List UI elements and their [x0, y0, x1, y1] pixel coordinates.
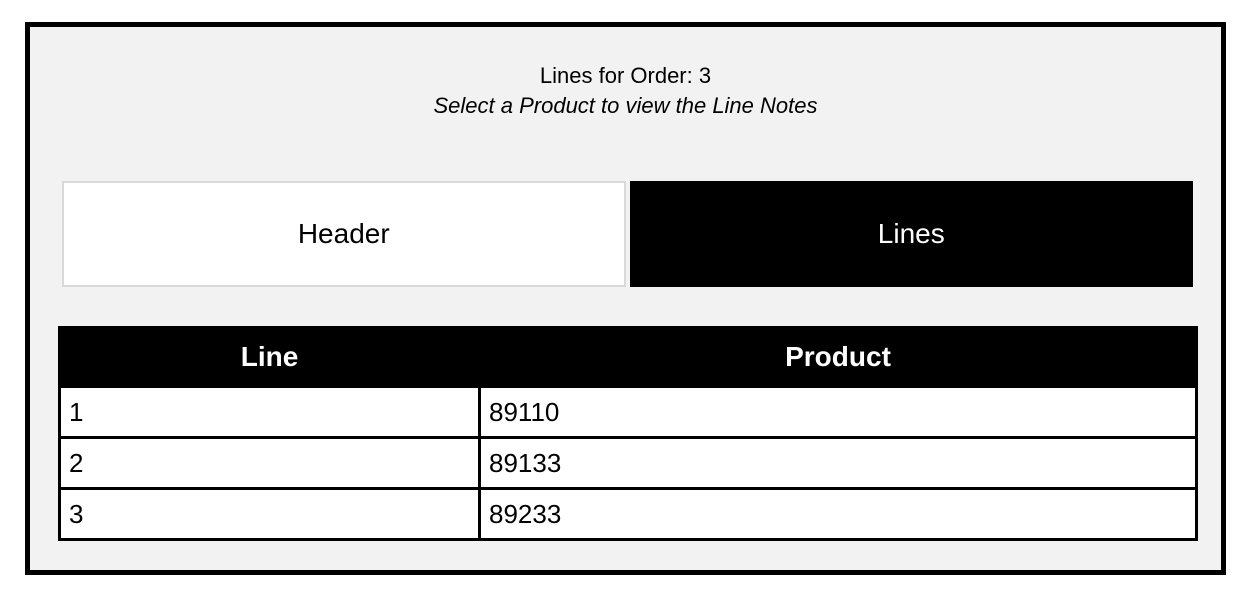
table-row[interactable]: 3 89233: [58, 487, 1198, 541]
tab-lines[interactable]: Lines: [629, 181, 1193, 287]
column-header-product: Product: [478, 326, 1198, 388]
tab-bar: Header Lines: [62, 181, 1193, 287]
line-cell: 1: [58, 385, 481, 439]
page-title: Lines for Order: 3: [539, 63, 712, 88]
table-row[interactable]: 1 89110: [58, 385, 1198, 439]
product-cell[interactable]: 89233: [478, 487, 1198, 541]
product-cell[interactable]: 89110: [478, 385, 1198, 439]
column-header-line: Line: [58, 326, 481, 388]
product-cell[interactable]: 89133: [478, 436, 1198, 490]
order-lines-table: Line Product 1 89110 2 89133 3 89233: [58, 326, 1198, 541]
page-subtitle: Select a Product to view the Line Notes: [433, 93, 818, 118]
table-row[interactable]: 2 89133: [58, 436, 1198, 490]
tab-header[interactable]: Header: [62, 181, 626, 287]
title-block: Lines for Order: 3 Select a Product to v…: [30, 61, 1221, 121]
line-cell: 2: [58, 436, 481, 490]
table-header-row: Line Product: [58, 326, 1198, 388]
line-cell: 3: [58, 487, 481, 541]
